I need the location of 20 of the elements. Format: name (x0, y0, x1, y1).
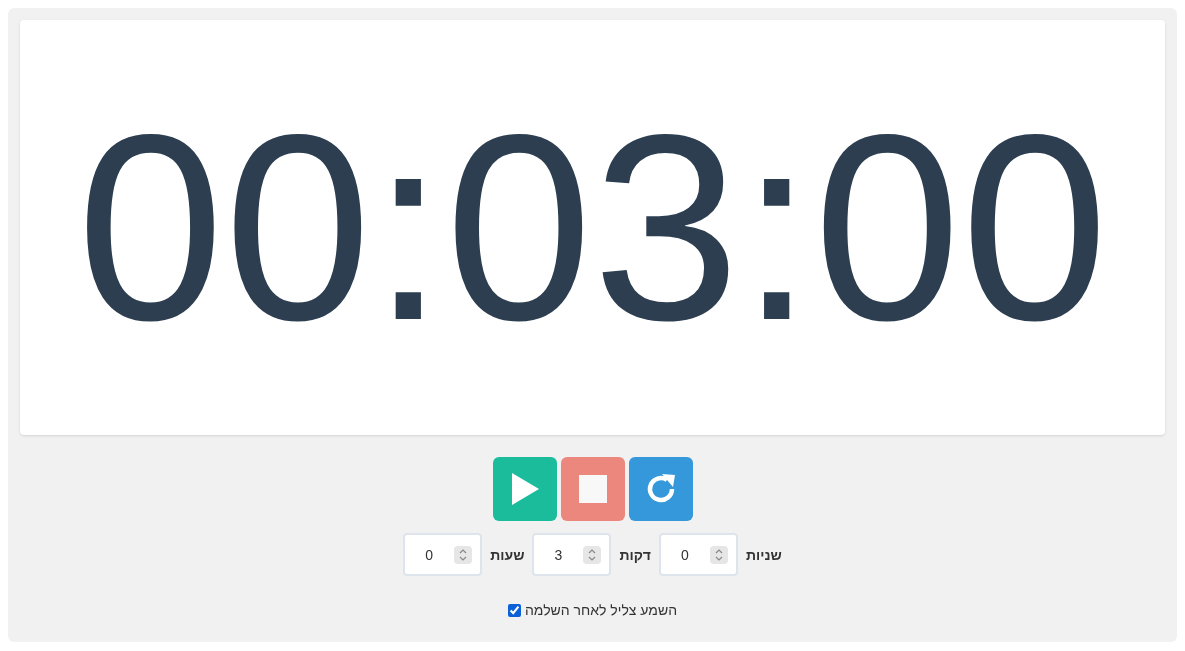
sound-checkbox[interactable] (507, 603, 521, 617)
spinner-icon[interactable] (710, 545, 728, 564)
spinner-icon[interactable] (454, 545, 473, 564)
field-label: דקות (619, 545, 651, 565)
field-value: 0 (681, 545, 689, 565)
field-value: 3 (554, 545, 563, 565)
play-button[interactable] (492, 457, 557, 521)
field-label: שניות (746, 545, 782, 565)
play-icon (509, 472, 540, 506)
number-field[interactable]: 0 (403, 533, 483, 576)
timer-display: 00:03:00 (76, 95, 1109, 360)
reset-button[interactable] (628, 457, 693, 521)
stop-icon (578, 475, 607, 503)
field-label: שעות (490, 545, 525, 565)
number-field[interactable]: 0 (659, 533, 738, 576)
option-label: השמע צליל לאחר השלמה (524, 601, 678, 620)
stop-button[interactable] (560, 457, 625, 521)
spinner-icon[interactable] (583, 545, 602, 564)
number-field[interactable]: 3 (532, 533, 612, 576)
field-value: 0 (425, 545, 433, 565)
